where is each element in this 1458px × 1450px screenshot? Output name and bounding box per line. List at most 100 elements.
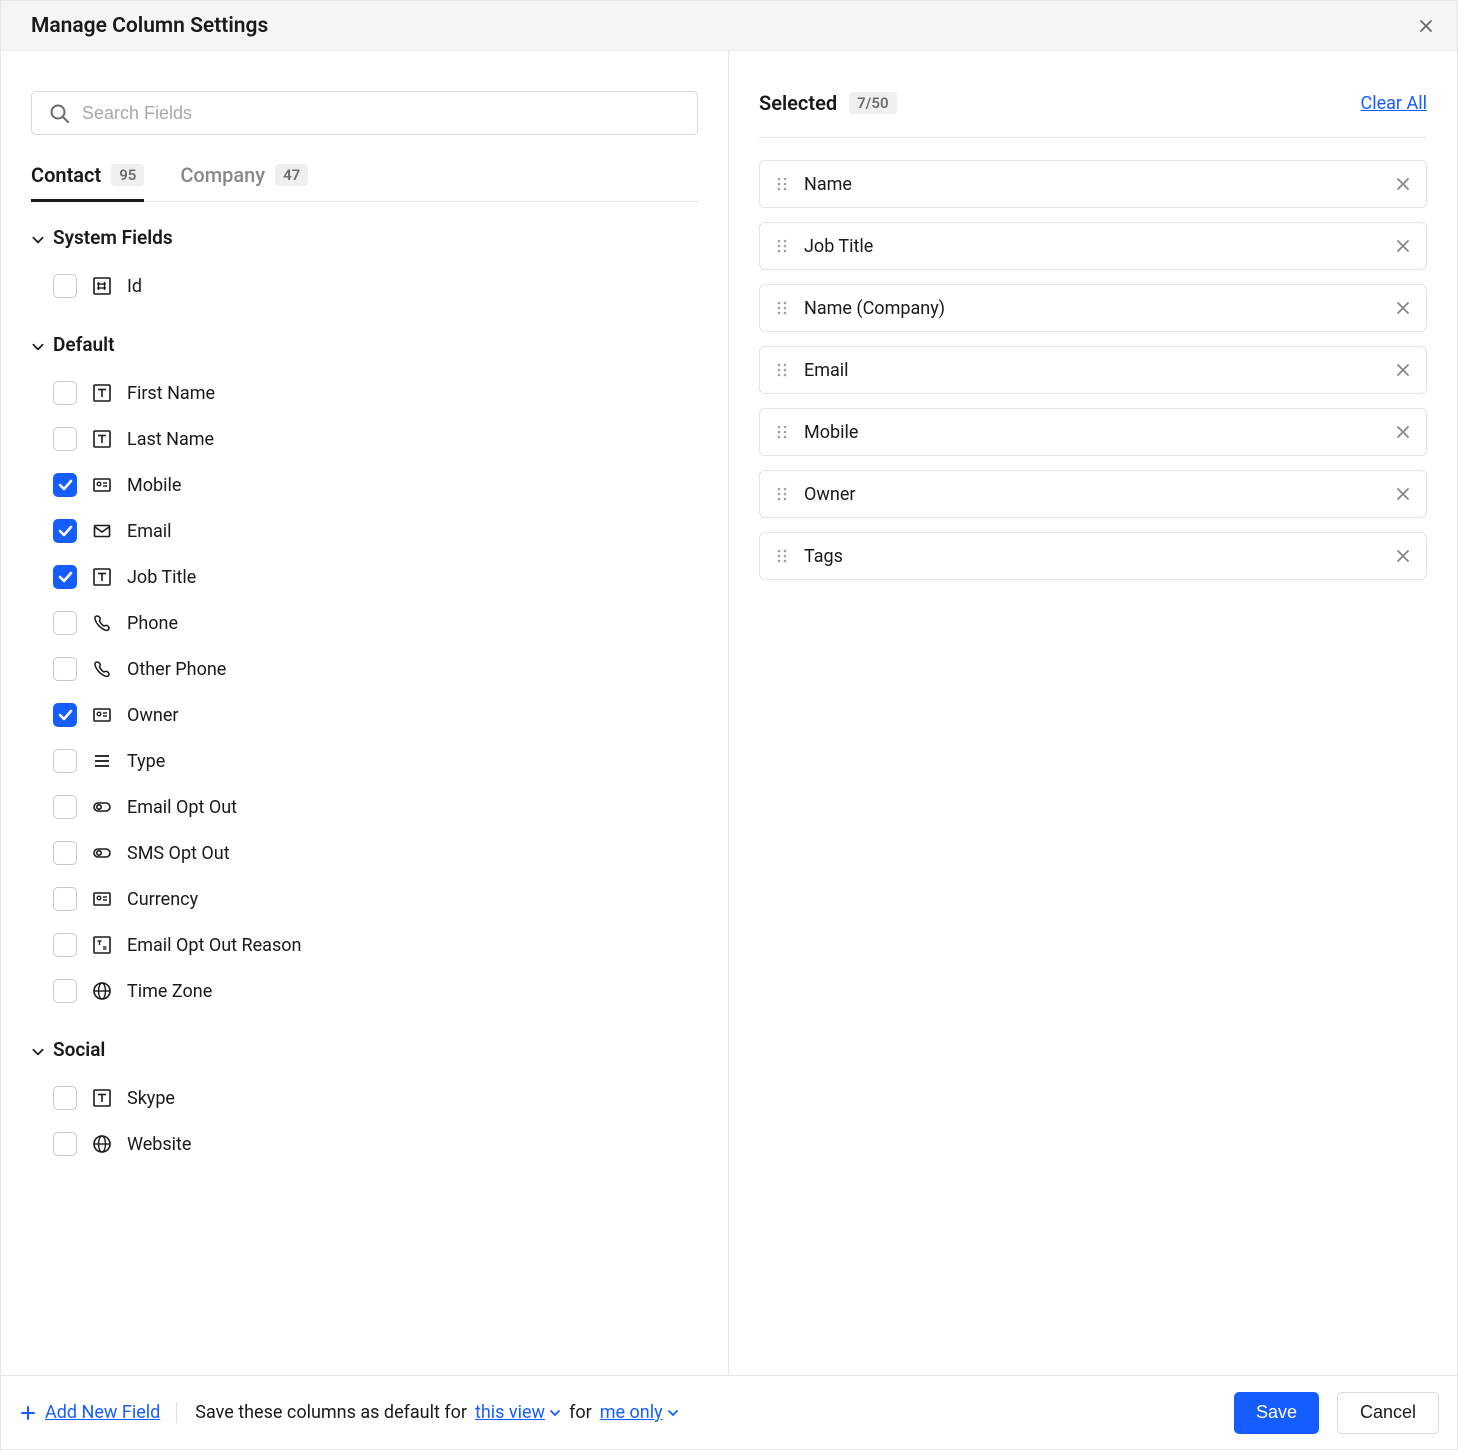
- close-button[interactable]: [1417, 17, 1435, 35]
- field-checkbox[interactable]: [53, 703, 77, 727]
- footer-default-text: Save these columns as default for this v…: [195, 1402, 1216, 1423]
- remove-item-button[interactable]: [1394, 237, 1412, 255]
- field-label: Email Opt Out Reason: [127, 935, 301, 956]
- field-label: SMS Opt Out: [127, 843, 230, 864]
- field-checkbox[interactable]: [53, 887, 77, 911]
- field-checkbox[interactable]: [53, 427, 77, 451]
- selected-item[interactable]: Name: [759, 160, 1427, 208]
- phone-icon: [91, 612, 113, 634]
- card-icon: [91, 888, 113, 910]
- group-header[interactable]: System Fields: [31, 226, 694, 249]
- toggle-icon: [91, 796, 113, 818]
- field-checkbox[interactable]: [53, 1086, 77, 1110]
- field-group: SocialSkypeWebsite: [31, 1038, 694, 1167]
- field-row: Last Name: [31, 416, 694, 462]
- remove-item-button[interactable]: [1394, 361, 1412, 379]
- check-icon: [56, 706, 74, 724]
- card-icon: [91, 474, 113, 496]
- field-checkbox[interactable]: [53, 841, 77, 865]
- field-checkbox[interactable]: [53, 519, 77, 543]
- field-checkbox[interactable]: [53, 749, 77, 773]
- check-icon: [56, 568, 74, 586]
- search-icon: [49, 103, 69, 123]
- tab-company[interactable]: Company 47: [180, 163, 308, 201]
- field-checkbox[interactable]: [53, 795, 77, 819]
- field-checkbox[interactable]: [53, 979, 77, 1003]
- drag-handle-icon[interactable]: [774, 175, 790, 193]
- field-checkbox[interactable]: [53, 473, 77, 497]
- drag-handle-icon[interactable]: [774, 547, 790, 565]
- drag-handle-icon[interactable]: [774, 485, 790, 503]
- remove-item-button[interactable]: [1394, 175, 1412, 193]
- group-header[interactable]: Default: [31, 333, 694, 356]
- selected-item-label: Name: [804, 174, 1380, 195]
- footer-text-mid: for: [569, 1402, 592, 1423]
- selected-columns-panel: Selected 7/50 Clear All NameJob TitleNam…: [729, 51, 1457, 1375]
- add-new-field-label: Add New Field: [45, 1402, 160, 1423]
- dialog-title: Manage Column Settings: [31, 14, 268, 38]
- field-label: Phone: [127, 613, 178, 634]
- field-group: System Fields Id: [31, 226, 694, 309]
- field-checkbox[interactable]: [53, 657, 77, 681]
- group-header[interactable]: Social: [31, 1038, 694, 1061]
- save-button[interactable]: Save: [1234, 1392, 1319, 1434]
- remove-item-button[interactable]: [1394, 423, 1412, 441]
- field-checkbox[interactable]: [53, 611, 77, 635]
- drag-handle-icon[interactable]: [774, 299, 790, 317]
- field-checkbox[interactable]: [53, 1132, 77, 1156]
- field-row: Skype: [31, 1075, 694, 1121]
- remove-item-button[interactable]: [1394, 485, 1412, 503]
- scope-user-dropdown[interactable]: me only: [600, 1402, 679, 1423]
- footer-text-pre: Save these columns as default for: [195, 1402, 467, 1423]
- field-row: Currency: [31, 876, 694, 922]
- drag-handle-icon[interactable]: [774, 361, 790, 379]
- close-icon: [1394, 361, 1412, 379]
- selected-item[interactable]: Tags: [759, 532, 1427, 580]
- group-title: Social: [53, 1038, 105, 1061]
- field-checkbox[interactable]: [53, 381, 77, 405]
- tab-contact[interactable]: Contact95: [31, 163, 144, 201]
- chevron-down-icon: [31, 338, 45, 352]
- field-checkbox[interactable]: [53, 565, 77, 589]
- tab-count-badge: 47: [275, 164, 308, 186]
- globe-icon: [91, 980, 113, 1002]
- field-checkbox[interactable]: [53, 933, 77, 957]
- close-icon: [1417, 17, 1435, 35]
- plus-icon: [19, 1404, 37, 1422]
- field-checkbox[interactable]: [53, 274, 77, 298]
- text-icon: [91, 1087, 113, 1109]
- selected-item[interactable]: Email: [759, 346, 1427, 394]
- scope-user-label: me only: [600, 1402, 663, 1423]
- selected-item[interactable]: Name (Company): [759, 284, 1427, 332]
- selected-item[interactable]: Mobile: [759, 408, 1427, 456]
- remove-item-button[interactable]: [1394, 547, 1412, 565]
- selected-list: Name Job Title Name (Company) Email Mobile Ow…: [759, 160, 1427, 580]
- selected-item[interactable]: Job Title: [759, 222, 1427, 270]
- field-row: Email Opt Out Reason: [31, 922, 694, 968]
- close-icon: [1394, 423, 1412, 441]
- cancel-button[interactable]: Cancel: [1337, 1392, 1439, 1434]
- scope-view-dropdown[interactable]: this view: [475, 1402, 561, 1423]
- field-row: Owner: [31, 692, 694, 738]
- tab-label: Company: [180, 163, 265, 187]
- field-row: Job Title: [31, 554, 694, 600]
- field-row: SMS Opt Out: [31, 830, 694, 876]
- field-row: Type: [31, 738, 694, 784]
- selected-item[interactable]: Owner: [759, 470, 1427, 518]
- add-new-field-link[interactable]: Add New Field: [19, 1402, 177, 1423]
- chevron-down-icon: [31, 231, 45, 245]
- clear-all-link[interactable]: Clear All: [1361, 93, 1428, 114]
- drag-handle-icon[interactable]: [774, 423, 790, 441]
- remove-item-button[interactable]: [1394, 299, 1412, 317]
- check-icon: [56, 476, 74, 494]
- field-row: Email Opt Out: [31, 784, 694, 830]
- selected-item-label: Job Title: [804, 236, 1380, 257]
- search-input[interactable]: [31, 91, 698, 135]
- field-row: Id: [31, 263, 694, 309]
- field-label: Time Zone: [127, 981, 212, 1002]
- drag-handle-icon[interactable]: [774, 237, 790, 255]
- selected-item-label: Email: [804, 360, 1380, 381]
- field-label: Id: [127, 276, 142, 297]
- selected-item-label: Mobile: [804, 422, 1380, 443]
- field-label: Currency: [127, 889, 198, 910]
